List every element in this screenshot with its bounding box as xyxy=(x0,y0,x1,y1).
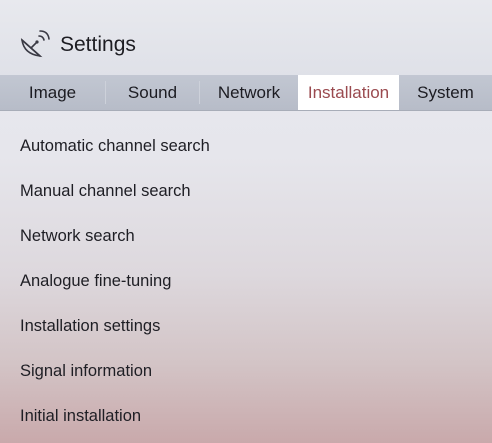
menu-item-manual-channel-search[interactable]: Manual channel search xyxy=(20,176,191,206)
menu-item-network-search[interactable]: Network search xyxy=(20,221,135,251)
menu-item-analogue-fine-tuning[interactable]: Analogue fine-tuning xyxy=(20,266,171,296)
tab-system[interactable]: System xyxy=(399,75,492,110)
menu-item-installation-settings[interactable]: Installation settings xyxy=(20,311,160,341)
header: Settings xyxy=(0,0,492,75)
menu-item-signal-information[interactable]: Signal information xyxy=(20,356,152,386)
page-title: Settings xyxy=(60,33,136,56)
tab-image[interactable]: Image xyxy=(0,75,105,110)
tab-network[interactable]: Network xyxy=(200,75,298,110)
tab-sound[interactable]: Sound xyxy=(106,75,199,110)
tab-bar: Image Sound Network Installation System xyxy=(0,75,492,111)
satellite-dish-icon xyxy=(18,26,52,60)
tab-installation[interactable]: Installation xyxy=(298,75,399,110)
menu-item-initial-installation[interactable]: Initial installation xyxy=(20,401,141,431)
menu-item-automatic-channel-search[interactable]: Automatic channel search xyxy=(20,131,210,161)
